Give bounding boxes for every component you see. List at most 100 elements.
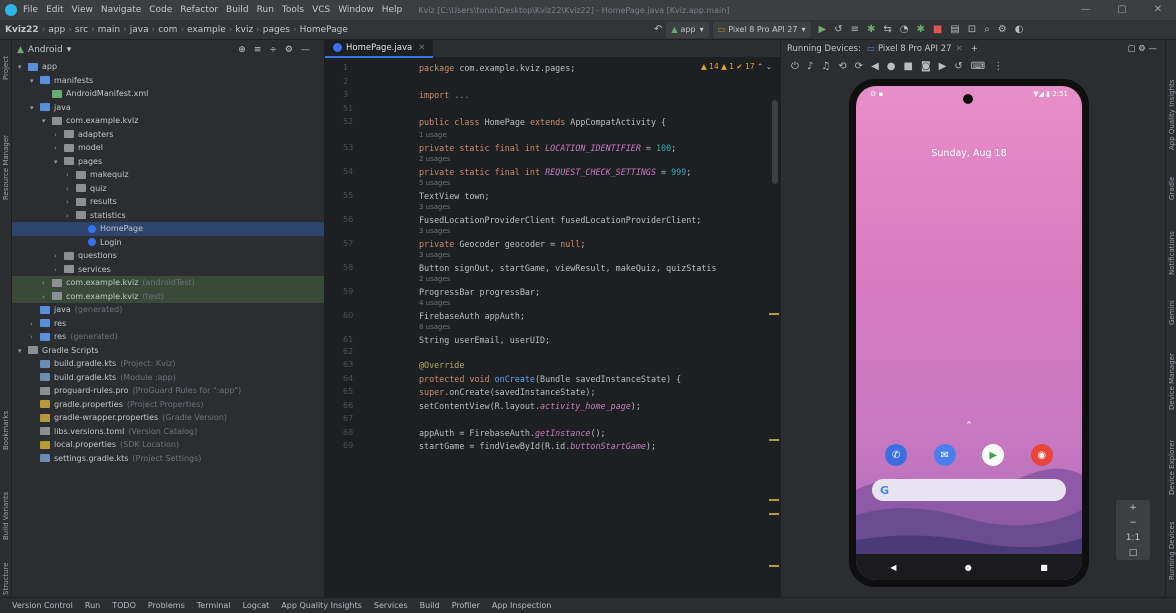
- tree-item-proguard-rules-pro[interactable]: proguard-rules.pro (ProGuard Rules for ":…: [12, 384, 324, 398]
- run-icon[interactable]: ▶: [819, 23, 827, 37]
- editor-scrollbar[interactable]: [772, 100, 778, 184]
- tree-item-model[interactable]: › model: [12, 141, 324, 155]
- code-line[interactable]: package com.example.kviz.pages;: [419, 63, 575, 73]
- resource-manager-tool-tab[interactable]: Resource Manager: [2, 135, 10, 200]
- tree-item-build-gradle-kts[interactable]: build.gradle.kts (Project: Kviz): [12, 357, 324, 371]
- menu-help[interactable]: Help: [382, 5, 403, 15]
- home-icon[interactable]: ●: [887, 60, 896, 74]
- breadcrumb-homepage[interactable]: HomePage: [300, 25, 348, 35]
- tree-item-statistics[interactable]: › statistics: [12, 209, 324, 223]
- inspection-widget[interactable]: ▲ 14 ▲ 1 ✔ 17 ⌃ ⌄: [701, 62, 772, 71]
- account-icon[interactable]: ◐: [1015, 23, 1024, 37]
- panel-options-icon[interactable]: ▢ ⚙ —: [1127, 44, 1157, 54]
- tree-item-com-example-kviz[interactable]: › com.example.kviz (androidTest): [12, 276, 324, 290]
- chevron-right-icon[interactable]: ›: [54, 250, 64, 264]
- tree-item-androidmanifest-xml[interactable]: AndroidManifest.xml: [12, 87, 324, 101]
- emulator-phone[interactable]: ⚙ ▪ ▼◢ ▮ 2:51 Sunday, Aug 18 ⌃ ✆ ✉ ▶ ◉ G ◀ …: [849, 79, 1089, 587]
- gemini-tool-tab[interactable]: Gemini: [1168, 300, 1176, 325]
- code-line[interactable]: public class HomePage extends AppCompatA…: [419, 117, 666, 127]
- device-manager-tool-tab[interactable]: Device Manager: [1168, 353, 1176, 410]
- keyboard-icon[interactable]: ⌨: [971, 60, 985, 74]
- add-device-icon[interactable]: +: [971, 44, 978, 54]
- tree-item-gradle-wrapper-properties[interactable]: gradle-wrapper.properties (Gradle Version…: [12, 411, 324, 425]
- close-tab-icon[interactable]: ✕: [418, 43, 425, 53]
- tool-window-terminal[interactable]: Terminal: [197, 601, 231, 610]
- usage-hint[interactable]: 2 usages: [419, 155, 450, 163]
- zoom-out-button[interactable]: −: [1129, 518, 1137, 528]
- avd-icon[interactable]: ▤: [950, 23, 959, 37]
- tool-window-services[interactable]: Services: [374, 601, 408, 610]
- phone-back-icon[interactable]: ◀: [890, 563, 896, 572]
- warning-marker[interactable]: [769, 565, 779, 567]
- code-line[interactable]: TextView town;: [419, 191, 490, 201]
- tree-item-homepage[interactable]: HomePage: [12, 222, 324, 236]
- chevron-right-icon[interactable]: ›: [66, 169, 76, 183]
- zoom-in-button[interactable]: +: [1129, 503, 1137, 513]
- maximize-icon[interactable]: ▢: [1104, 0, 1140, 20]
- menu-view[interactable]: View: [72, 5, 93, 15]
- chevron-down-icon[interactable]: ⌄: [766, 62, 772, 71]
- zoom-actual-button[interactable]: 1:1: [1126, 533, 1140, 543]
- usage-hint[interactable]: 3 usages: [419, 251, 450, 259]
- app-quality-insights-tool-tab[interactable]: App Quality Insights: [1168, 79, 1176, 150]
- running-devices-tool-tab[interactable]: Running Devices: [1168, 522, 1176, 581]
- chrome-icon[interactable]: ◉: [1030, 444, 1053, 466]
- device-explorer-tool-tab[interactable]: Device Explorer: [1168, 440, 1176, 495]
- volume-down-icon[interactable]: ♫: [821, 60, 830, 74]
- tree-item-services[interactable]: › services: [12, 263, 324, 277]
- breadcrumb-java[interactable]: java: [130, 25, 149, 35]
- code-line[interactable]: ProgressBar progressBar;: [419, 287, 540, 297]
- project-view-select[interactable]: Android: [28, 45, 63, 55]
- volume-up-icon[interactable]: ♪: [807, 60, 813, 74]
- code-line[interactable]: import ...: [419, 90, 469, 100]
- tree-item-settings-gradle-kts[interactable]: settings.gradle.kts (Project Settings): [12, 452, 324, 466]
- tree-item-com-example-kviz[interactable]: › com.example.kviz (test): [12, 289, 324, 303]
- tool-window-build[interactable]: Build: [420, 601, 440, 610]
- tree-item-com-example-kviz[interactable]: ▾ com.example.kviz: [12, 114, 324, 128]
- warning-marker[interactable]: [769, 439, 779, 441]
- code-line[interactable]: private static final int LOCATION_IDENTI…: [419, 143, 676, 153]
- chevron-down-icon[interactable]: ▾: [30, 102, 40, 116]
- phone-home-icon[interactable]: ●: [965, 563, 972, 572]
- messages-app-icon[interactable]: ✉: [933, 444, 956, 466]
- code-area[interactable]: package com.example.kviz.pages; import ..…: [393, 59, 773, 597]
- record-icon[interactable]: ▶: [939, 60, 947, 74]
- usage-hint[interactable]: 3 usages: [419, 227, 450, 235]
- phone-app-icon[interactable]: ✆: [885, 444, 908, 466]
- tree-item-login[interactable]: Login: [12, 236, 324, 250]
- build-variants-tool-tab[interactable]: Build Variants: [2, 492, 10, 540]
- tree-item-quiz[interactable]: › quiz: [12, 182, 324, 196]
- search-icon[interactable]: ⌕: [984, 23, 990, 37]
- bookmarks-tool-tab[interactable]: Bookmarks: [2, 411, 10, 450]
- back-icon[interactable]: ◀: [871, 60, 879, 74]
- notifications-tool-tab[interactable]: Notifications: [1168, 231, 1176, 275]
- tool-window-app-inspection[interactable]: App Inspection: [492, 601, 552, 610]
- menu-code[interactable]: Code: [149, 5, 172, 15]
- phone-date[interactable]: Sunday, Aug 18: [856, 148, 1082, 159]
- menu-vcs[interactable]: VCS: [312, 5, 330, 15]
- phone-screen[interactable]: ⚙ ▪ ▼◢ ▮ 2:51 Sunday, Aug 18 ⌃ ✆ ✉ ▶ ◉ G ◀ …: [856, 86, 1082, 580]
- structure-tool-tab[interactable]: Structure: [2, 562, 10, 595]
- code-line[interactable]: private Geocoder geocoder = null;: [419, 239, 585, 249]
- close-icon[interactable]: ✕: [1140, 0, 1176, 20]
- breadcrumb-com[interactable]: com: [158, 25, 177, 35]
- code-line[interactable]: private static final int REQUEST_CHECK_S…: [419, 167, 691, 177]
- chevron-right-icon[interactable]: ›: [30, 331, 40, 345]
- tree-item-manifests[interactable]: ▾ manifests: [12, 74, 324, 88]
- chevron-right-icon[interactable]: ›: [54, 129, 64, 143]
- chevron-up-icon[interactable]: ⌃: [757, 62, 763, 71]
- zoom-fit-button[interactable]: □: [1129, 548, 1138, 558]
- google-search-bar[interactable]: G: [872, 479, 1066, 501]
- menu-run[interactable]: Run: [257, 5, 274, 15]
- fold-icon[interactable]: ⟳: [855, 60, 863, 74]
- minimize-icon[interactable]: —: [1068, 0, 1104, 20]
- chevron-down-icon[interactable]: ▾: [67, 45, 72, 55]
- tree-item-results[interactable]: › results: [12, 195, 324, 209]
- chevron-right-icon[interactable]: ›: [66, 210, 76, 224]
- play-store-icon[interactable]: ▶: [982, 444, 1005, 466]
- rerun-icon[interactable]: ≡: [851, 23, 859, 37]
- usage-hint[interactable]: 2 usages: [419, 275, 450, 283]
- tree-item-pages[interactable]: ▾ pages: [12, 155, 324, 169]
- chevron-down-icon[interactable]: ▾: [18, 345, 28, 359]
- menu-tools[interactable]: Tools: [282, 5, 304, 15]
